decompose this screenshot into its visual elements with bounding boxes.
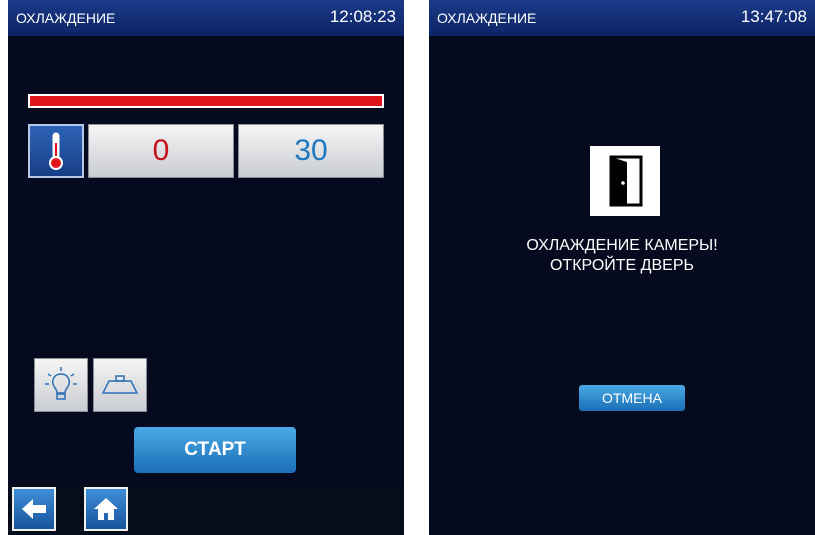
door-warning-message: ОХЛАЖДЕНИЕ КАМЕРЫ! ОТКРОЙТЕ ДВЕРЬ: [429, 236, 815, 276]
header-bar: ОХЛАЖДЕНИЕ 12:08:23: [8, 0, 404, 36]
home-button[interactable]: [84, 487, 128, 531]
message-line-2: ОТКРОЙТЕ ДВЕРЬ: [549, 257, 695, 274]
progress-bar: [28, 94, 384, 108]
lightbulb-icon: [45, 367, 77, 400]
tray-icon: [101, 375, 139, 394]
tray-button[interactable]: [93, 358, 147, 412]
cancel-button[interactable]: ОТМЕНА: [579, 385, 685, 411]
clock: 12:08:23: [329, 7, 396, 26]
footer-bar: [8, 483, 404, 535]
cooling-screen-main: ОХЛАЖДЕНИЕ 12:08:23 0 30 СТАРТ: [8, 0, 404, 535]
light-button[interactable]: [34, 358, 88, 412]
door-open-icon: [590, 146, 660, 216]
clock: 13:47:08: [740, 7, 807, 26]
back-button[interactable]: [12, 487, 56, 531]
thermometer-button[interactable]: [28, 124, 84, 178]
progress-fill: [30, 96, 382, 106]
thermometer-icon: [49, 132, 63, 170]
message-line-1: ОХЛАЖДЕНИЕ КАМЕРЫ!: [526, 237, 718, 254]
screen-title: ОХЛАЖДЕНИЕ: [437, 10, 537, 26]
home-icon: [94, 498, 118, 520]
start-button[interactable]: СТАРТ: [134, 427, 296, 473]
target-temperature-value[interactable]: 30: [238, 124, 384, 178]
current-temperature-value[interactable]: 0: [88, 124, 234, 178]
cooling-screen-door: ОХЛАЖДЕНИЕ 13:47:08 ОХЛАЖДЕНИЕ КАМЕРЫ! О…: [429, 0, 815, 535]
header-bar: ОХЛАЖДЕНИЕ 13:47:08: [429, 0, 815, 36]
back-arrow-icon: [22, 499, 46, 519]
screen-title: ОХЛАЖДЕНИЕ: [16, 10, 116, 26]
